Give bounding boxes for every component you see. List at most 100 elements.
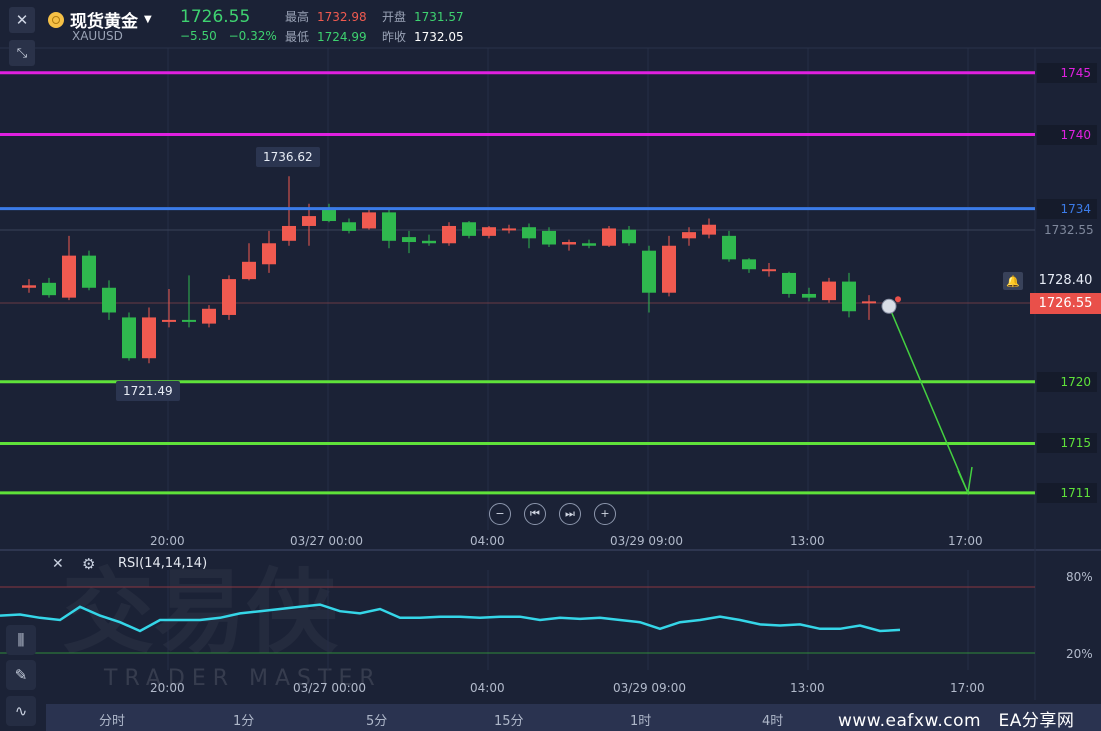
candle-body	[302, 216, 316, 226]
tf-15m[interactable]: 15分	[494, 710, 524, 729]
indicator-button[interactable]: ∿	[6, 696, 36, 726]
level-label: 1734	[1037, 198, 1097, 219]
candle-body	[222, 279, 236, 315]
candle-body	[202, 308, 216, 324]
candle-body	[402, 237, 416, 243]
candle-type-button[interactable]: ⫼	[6, 625, 36, 655]
candle-body	[242, 261, 256, 280]
candle-body	[262, 243, 276, 265]
rsi-x-tick: 20:00	[150, 681, 185, 695]
candle-body	[762, 269, 776, 272]
scroll-end-button[interactable]: ⏭	[559, 503, 581, 525]
bell-icon: 🔔	[1006, 274, 1020, 288]
x-tick: 03/27 00:00	[290, 534, 363, 548]
candle-body	[842, 281, 856, 312]
candle-body	[482, 227, 496, 236]
candle-body	[782, 272, 796, 294]
low-annotation: 1721.49	[116, 381, 180, 401]
candle-body	[802, 293, 816, 298]
candle-body	[502, 228, 516, 231]
zoom-in-button[interactable]: +	[594, 503, 616, 525]
x-tick: 13:00	[790, 534, 825, 548]
skip-forward-icon: ⏭	[565, 507, 575, 520]
level-label: 1720	[1037, 371, 1097, 392]
candle-body	[662, 245, 676, 293]
candle-body	[862, 301, 876, 304]
draw-tool-button[interactable]: ✎	[6, 660, 36, 690]
overlay	[881, 296, 973, 496]
candle-body	[422, 240, 436, 244]
high-annotation: 1736.62	[256, 147, 320, 167]
level-label: 1711	[1037, 482, 1097, 503]
candle-body	[182, 319, 196, 322]
rsi-settings-button[interactable]: ⚙	[82, 555, 95, 573]
scroll-start-button[interactable]: ⏮	[524, 503, 546, 525]
forecast-arrow	[888, 306, 969, 494]
rsi-line	[0, 603, 901, 633]
minus-icon: −	[495, 507, 505, 520]
tf-5m[interactable]: 5分	[366, 710, 387, 729]
x-tick: 03/29 09:00	[610, 534, 683, 548]
candle-body	[622, 229, 636, 244]
candle-body	[282, 225, 296, 241]
candle-body	[62, 255, 76, 298]
candle-body	[382, 212, 396, 241]
site-watermark: www.eafxw.com EA分享网	[838, 711, 1075, 731]
candle-body	[102, 287, 116, 313]
close-icon: ✕	[52, 556, 64, 572]
rsi-x-tick: 03/29 09:00	[613, 681, 686, 695]
candle-body	[82, 255, 96, 288]
tf-tick[interactable]: 分时	[99, 710, 125, 729]
level-lines	[0, 71, 1035, 495]
candle-body	[122, 317, 136, 359]
candle-body	[142, 317, 156, 359]
x-tick: 04:00	[470, 534, 505, 548]
rsi-label: RSI(14,14,14)	[118, 556, 208, 571]
candle-body	[342, 222, 356, 231]
current-price-label: 1726.55	[1030, 293, 1101, 314]
skip-back-icon: ⏮	[530, 507, 540, 520]
plus-icon: +	[600, 507, 610, 520]
gear-icon: ⚙	[82, 555, 96, 573]
candle-body	[722, 235, 736, 260]
last-price-label: 1728.40	[1038, 273, 1093, 288]
line-chart-icon: ∿	[14, 702, 28, 720]
pencil-icon: ✎	[14, 666, 28, 684]
candle-body	[162, 319, 176, 322]
candle-body	[562, 242, 576, 245]
axis-faint-mid: 1732.55	[1044, 223, 1094, 237]
candle-body	[682, 232, 696, 239]
rsi-x-tick: 17:00	[950, 681, 985, 695]
candlestick-icon: ⫼	[17, 631, 25, 649]
cursor-marker	[881, 298, 897, 314]
candle-body	[42, 282, 56, 296]
candle-body	[442, 225, 456, 244]
x-tick: 20:00	[150, 534, 185, 548]
tf-1m[interactable]: 1分	[233, 710, 254, 729]
live-dot	[895, 296, 901, 303]
rsi-x-tick: 04:00	[470, 681, 505, 695]
candle-body	[642, 250, 656, 293]
alert-bell-button[interactable]: 🔔	[1003, 272, 1023, 290]
x-tick: 17:00	[948, 534, 983, 548]
candle-body	[462, 222, 476, 236]
price-chart[interactable]	[0, 0, 1101, 731]
rsi-lower-label: 20%	[1066, 647, 1093, 661]
rsi-panel	[0, 586, 1035, 654]
candle-body	[362, 212, 376, 229]
candle-body	[522, 227, 536, 239]
candles	[22, 176, 876, 364]
arrow-head	[957, 466, 973, 496]
candle-body	[22, 285, 36, 288]
tf-1h[interactable]: 1时	[630, 710, 651, 729]
candle-body	[582, 243, 596, 246]
candle-body	[542, 230, 556, 245]
level-label: 1715	[1037, 433, 1097, 454]
tf-4h[interactable]: 4时	[762, 710, 783, 729]
candle-body	[742, 259, 756, 270]
zoom-out-button[interactable]: −	[489, 503, 511, 525]
rsi-upper-label: 80%	[1066, 570, 1093, 584]
rsi-close-button[interactable]: ✕	[52, 556, 64, 572]
chart-grid	[0, 47, 1101, 700]
rsi-x-tick: 03/27 00:00	[293, 681, 366, 695]
